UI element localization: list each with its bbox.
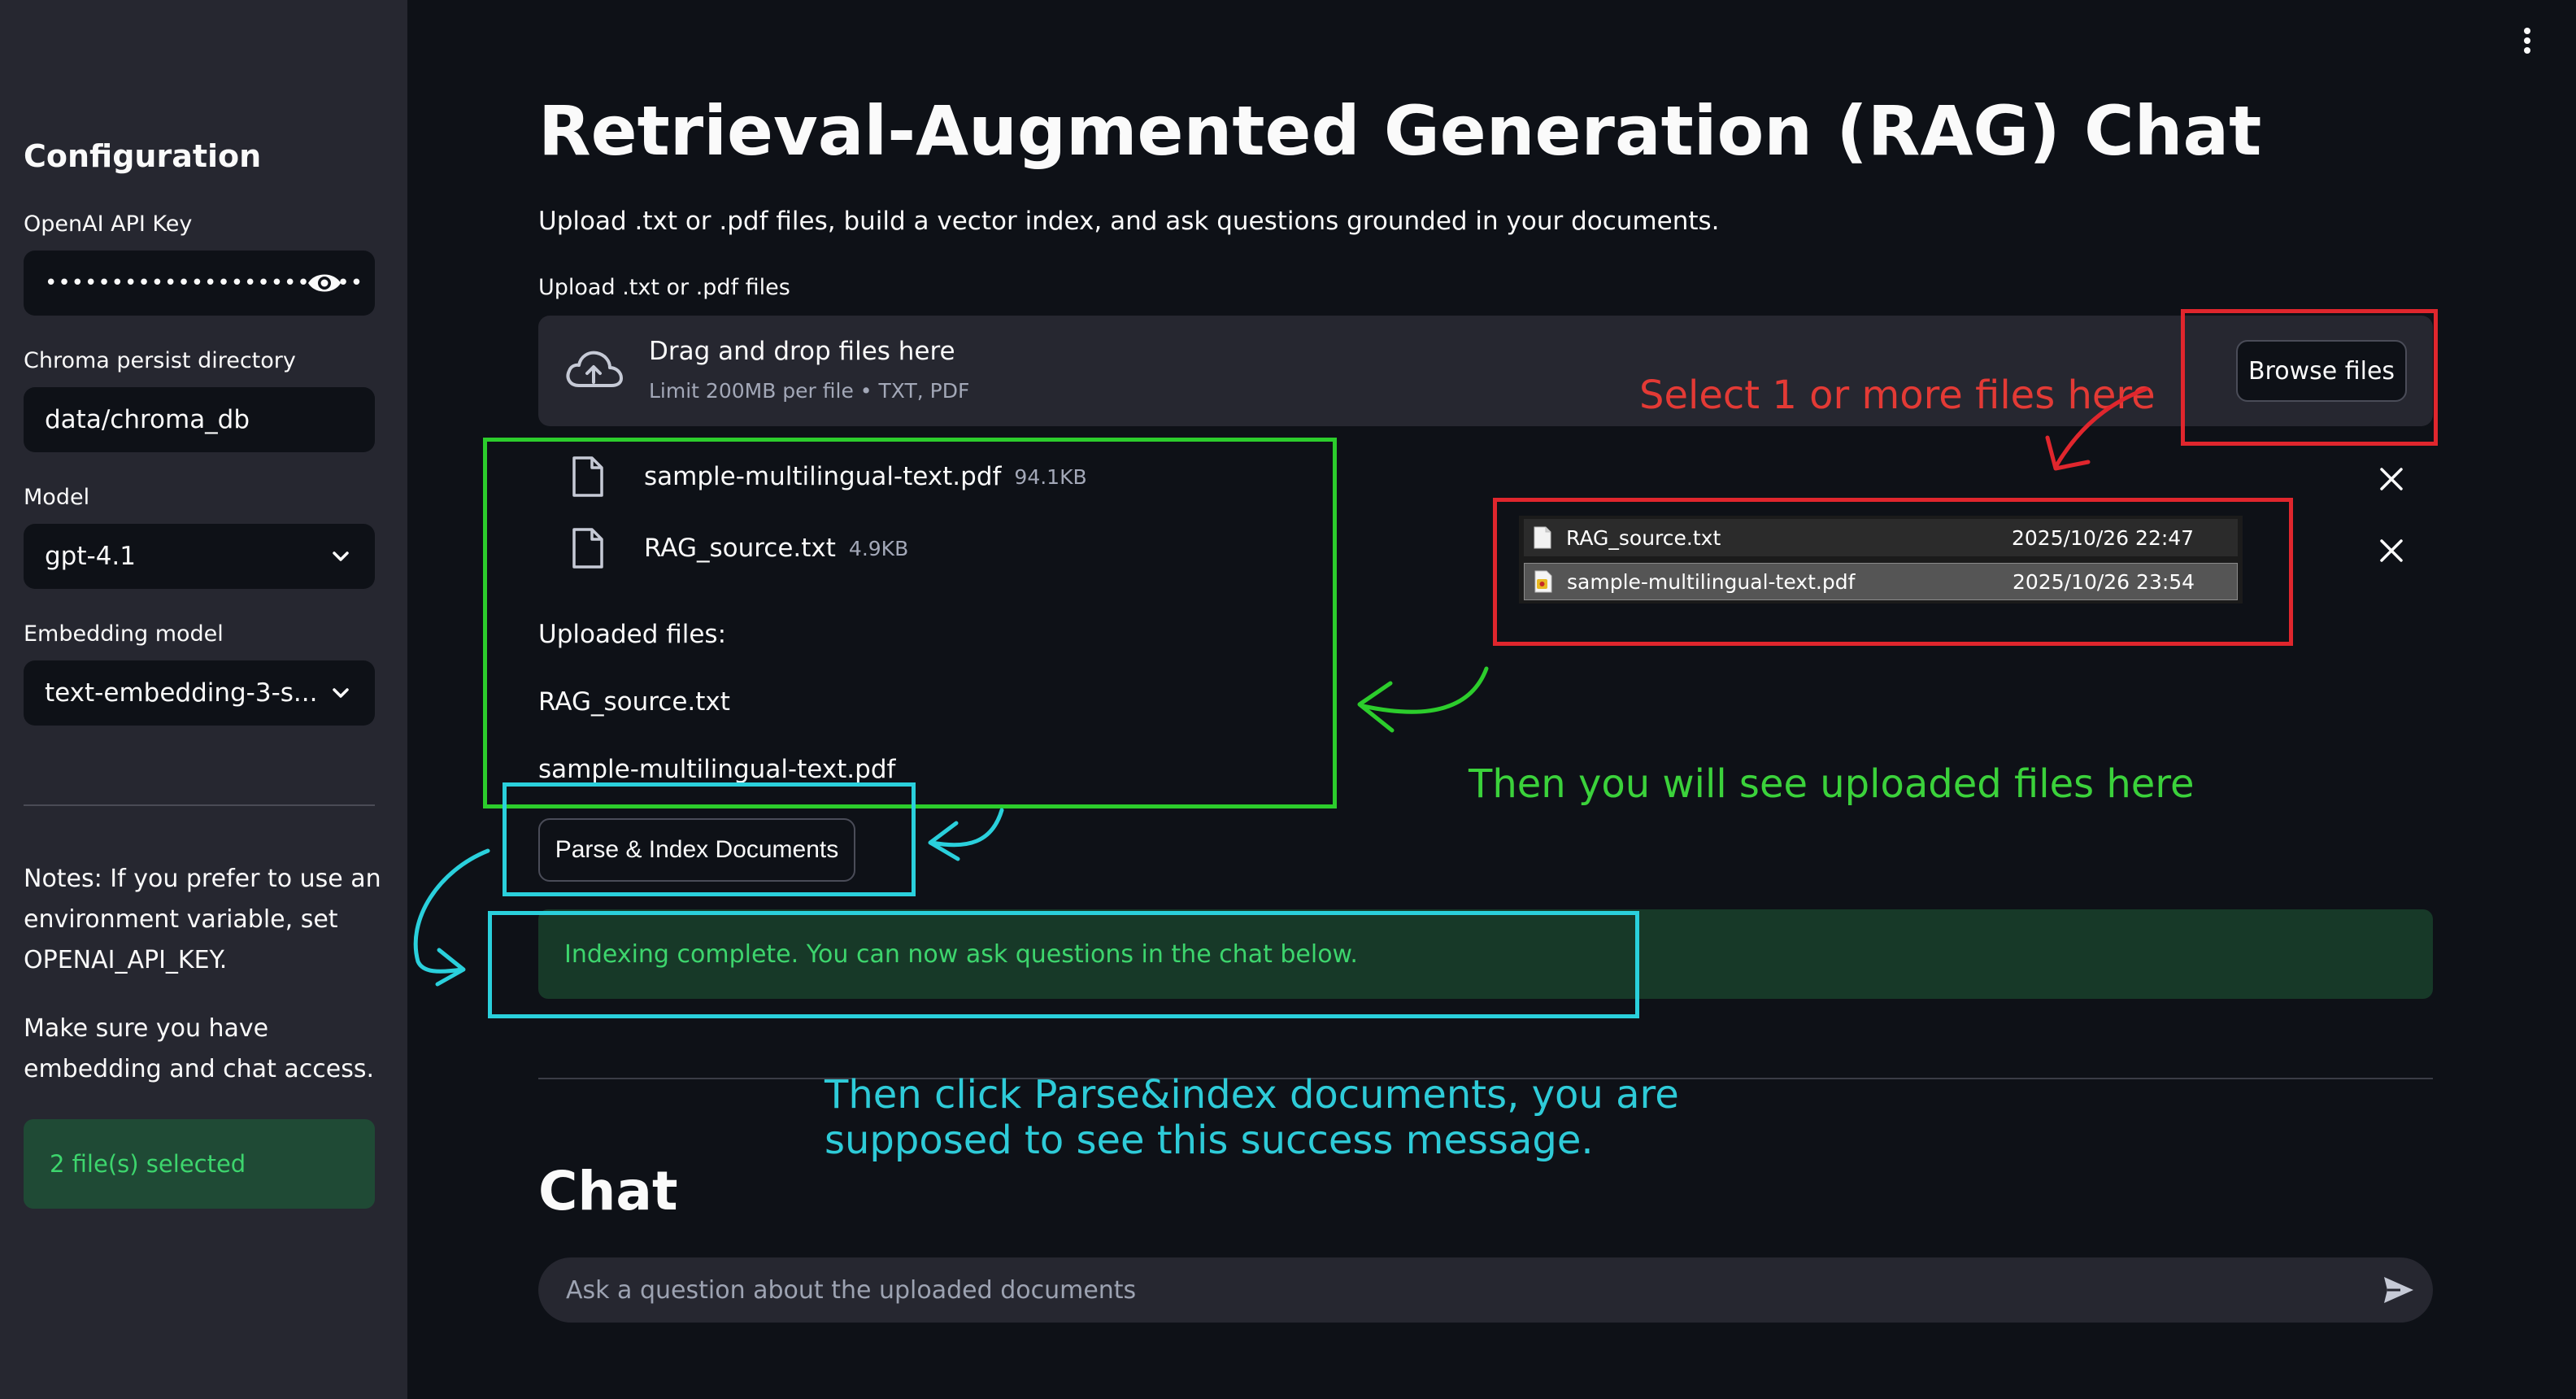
api-key-label: OpenAI API Key bbox=[24, 211, 193, 237]
eye-icon[interactable] bbox=[307, 268, 342, 298]
annotation-click-parse-line1: Then click Parse&index documents, you ar… bbox=[825, 1072, 1679, 1118]
green-arrowhead bbox=[1357, 681, 1395, 733]
dropzone-limits: Limit 200MB per file • TXT, PDF bbox=[649, 379, 970, 403]
model-select[interactable]: gpt-4.1 bbox=[24, 524, 375, 589]
page-subtitle: Upload .txt or .pdf files, build a vecto… bbox=[538, 207, 1720, 236]
annotation-select-files: Select 1 or more files here bbox=[1639, 373, 2156, 418]
send-icon[interactable] bbox=[2382, 1275, 2415, 1305]
cyan-arrowhead-left bbox=[435, 948, 466, 987]
more-vertical-icon[interactable] bbox=[2517, 26, 2537, 55]
cyan-arrowhead-parse bbox=[928, 821, 960, 861]
cyan-arrow-parse bbox=[929, 808, 1004, 848]
chat-heading: Chat bbox=[538, 1160, 678, 1222]
cloud-upload-icon bbox=[566, 351, 623, 387]
annotation-box-file-dialog bbox=[1493, 498, 2293, 646]
red-arrowhead bbox=[2045, 435, 2091, 471]
annotation-see-uploaded: Then you will see uploaded files here bbox=[1469, 761, 2195, 807]
persist-dir-label: Chroma persist directory bbox=[24, 348, 296, 373]
annotation-box-parse-button bbox=[503, 782, 916, 896]
annotation-box-success bbox=[488, 911, 1639, 1018]
model-label: Model bbox=[24, 485, 90, 510]
annotation-click-parse-line2: supposed to see this success message. bbox=[825, 1118, 1594, 1163]
chevron-down-icon bbox=[333, 688, 349, 698]
close-icon[interactable] bbox=[2378, 537, 2405, 564]
sidebar-note-access: Make sure you have embedding and chat ac… bbox=[24, 1014, 374, 1083]
page-title: Retrieval-Augmented Generation (RAG) Cha… bbox=[538, 91, 2262, 171]
sidebar-divider bbox=[24, 804, 375, 806]
embedding-label: Embedding model bbox=[24, 621, 224, 647]
files-selected-status: 2 file(s) selected bbox=[24, 1119, 375, 1209]
sidebar-heading: Configuration bbox=[24, 138, 262, 174]
sidebar-note-env: Notes: If you prefer to use an environme… bbox=[24, 865, 381, 974]
uploader-label: Upload .txt or .pdf files bbox=[538, 275, 790, 300]
cyan-arrow-left bbox=[413, 848, 490, 974]
close-icon[interactable] bbox=[2378, 465, 2405, 493]
embedding-selected: text-embedding-3-s... bbox=[45, 678, 318, 708]
annotation-box-uploaded-files bbox=[483, 438, 1337, 808]
green-arrow bbox=[1360, 666, 1489, 714]
embedding-select[interactable]: text-embedding-3-s... bbox=[24, 660, 375, 726]
chevron-down-icon bbox=[333, 551, 349, 561]
chat-input[interactable] bbox=[538, 1257, 2433, 1323]
persist-dir-value: data/chroma_db bbox=[45, 405, 250, 434]
sidebar: Configuration OpenAI API Key •••••••••••… bbox=[0, 0, 407, 1399]
annotation-click-parse: Then click Parse&index documents, you ar… bbox=[825, 1072, 1679, 1163]
dropzone-title: Drag and drop files here bbox=[649, 337, 955, 366]
annotation-box-browse bbox=[2181, 309, 2438, 446]
model-selected: gpt-4.1 bbox=[45, 542, 136, 571]
persist-dir-input[interactable]: data/chroma_db bbox=[24, 387, 375, 452]
api-key-input[interactable]: •••••••••••••••••••••••• bbox=[24, 251, 375, 316]
